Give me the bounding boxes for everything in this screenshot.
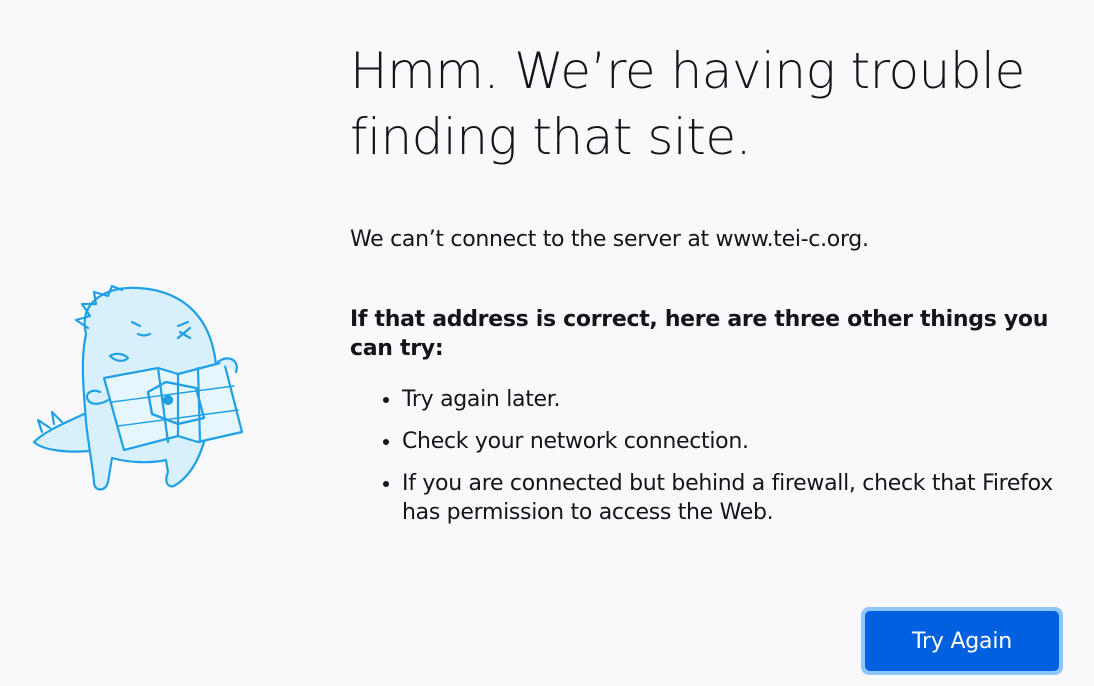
advice-heading: If that address is correct, here are thr…	[350, 307, 1049, 361]
error-content: Hmm. We’re having trouble finding that s…	[350, 38, 1070, 540]
error-message: We can’t connect to the server at www.te…	[350, 227, 869, 252]
suggestion-item: Check your network connection.	[402, 427, 1070, 456]
page-title: Hmm. We’re having trouble finding that s…	[350, 42, 1025, 166]
lost-dinosaur-with-map-illustration	[32, 284, 244, 491]
suggestion-item: If you are connected but behind a firewa…	[402, 469, 1070, 527]
suggestion-list: Try again later. Check your network conn…	[350, 385, 1070, 527]
suggestion-item: Try again later.	[402, 385, 1070, 414]
try-again-button[interactable]: Try Again	[865, 611, 1059, 671]
try-again-focus-ring: Try Again	[861, 607, 1063, 675]
error-page: Hmm. We’re having trouble finding that s…	[0, 0, 1094, 686]
